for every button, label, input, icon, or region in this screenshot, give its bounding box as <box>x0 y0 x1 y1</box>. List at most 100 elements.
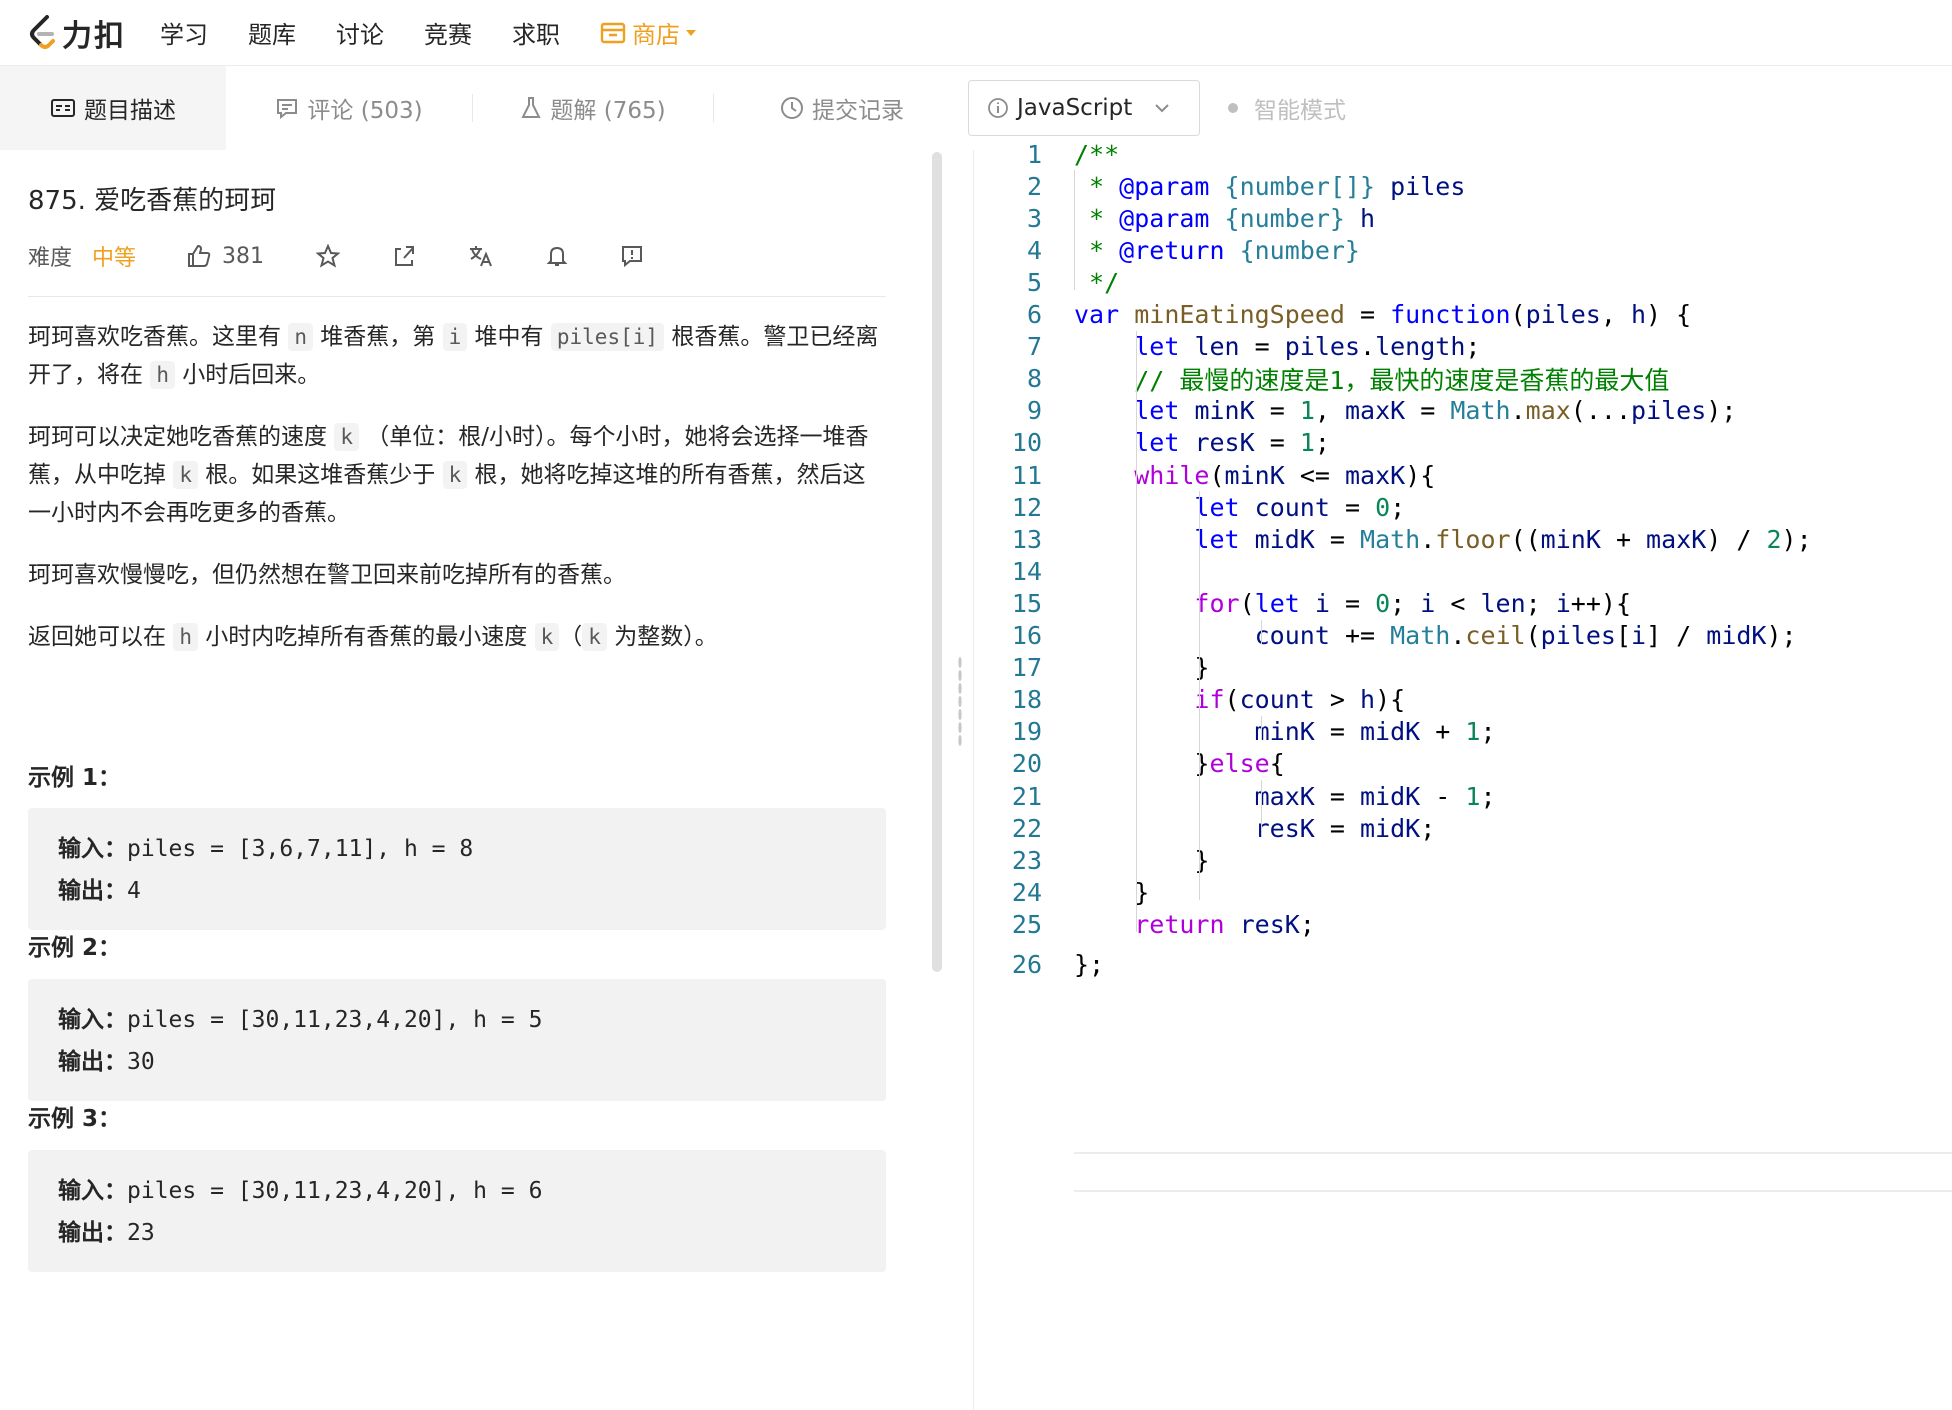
code-token: = <box>1254 396 1300 426</box>
inline-code: k <box>442 461 468 489</box>
tab-comments[interactable]: 评论 (503) <box>226 66 472 150</box>
favorite-button[interactable] <box>316 244 341 268</box>
line-number: 19 <box>1011 717 1042 747</box>
line-number: 13 <box>1011 524 1042 554</box>
paragraph: 返回她可以在 h 小时内吃掉所有香蕉的最小速度 k （k 为整数）。 <box>28 618 886 656</box>
drag-handle-icon[interactable] <box>958 656 962 746</box>
notification-button[interactable] <box>546 244 568 268</box>
flask-icon <box>521 97 542 118</box>
example-input: piles = [3,6,7,11], h = 8 <box>127 836 474 862</box>
tab-description[interactable]: 题目描述 <box>0 66 226 150</box>
line-number: 26 <box>1011 950 1042 979</box>
example-box: 输入：piles = [30,11,23,4,20], h = 5 输出：30 <box>28 979 886 1101</box>
line-number: 2 <box>1026 171 1042 201</box>
line-number: 11 <box>1011 460 1042 490</box>
like-count: 381 <box>222 243 265 269</box>
code-token: = <box>1329 492 1376 522</box>
code-token: { <box>1269 749 1285 779</box>
line-number: 6 <box>1026 300 1042 329</box>
description-scrollbar[interactable] <box>932 152 942 972</box>
code-text: var minEatingSpeed = function(piles, h) … <box>1074 300 1691 329</box>
code-token: {number[]} <box>1224 171 1376 201</box>
code-token: = <box>1329 588 1376 618</box>
code-token: let <box>1194 524 1240 554</box>
bell-icon <box>546 246 568 266</box>
tab-solutions[interactable]: 题解 (765) <box>473 66 713 150</box>
code-token: Math <box>1450 396 1511 426</box>
code-token: = <box>1239 332 1285 362</box>
code-token: midK <box>1254 524 1315 554</box>
nav-item-discuss[interactable]: 讨论 <box>336 15 384 50</box>
code-token: = <box>1314 813 1360 843</box>
current-line-highlight <box>1074 1152 1952 1192</box>
code-token: , <box>1314 396 1345 426</box>
input-label: 输入： <box>58 836 127 862</box>
example-box: 输入：piles = [3,6,7,11], h = 8 输出：4 <box>28 808 886 930</box>
nav-item-store[interactable]: 商店 <box>600 15 696 50</box>
code-token: Math <box>1360 524 1421 554</box>
code-line[interactable]: 26}; <box>974 945 1952 985</box>
tab-submissions[interactable]: 提交记录 <box>714 66 970 150</box>
code-token: ){ <box>1405 460 1436 490</box>
indent-guide <box>1261 780 1262 837</box>
smart-mode-toggle[interactable]: 智能模式 <box>1228 80 1346 136</box>
language-select[interactable]: JavaScript <box>968 80 1200 136</box>
difficulty-label: 难度 <box>28 246 73 271</box>
panel-splitter[interactable] <box>948 150 974 1410</box>
code-token: ceil <box>1465 621 1526 650</box>
share-button[interactable] <box>392 244 416 268</box>
feedback-button[interactable] <box>620 244 644 268</box>
translate-button[interactable] <box>468 244 494 268</box>
paragraph: 珂珂喜欢慢慢吃，但仍然想在警卫回来前吃掉所有的香蕉。 <box>28 556 886 594</box>
code-text: let minK = 1, maxK = Math.max(...piles); <box>1074 396 1736 425</box>
code-token: . <box>1360 332 1376 362</box>
code-token: 0 <box>1375 492 1391 522</box>
code-token: {number} <box>1239 235 1360 265</box>
indent-guide <box>1199 491 1200 901</box>
example-input: piles = [30,11,23,4,20], h = 5 <box>127 1007 543 1033</box>
code-token: ( <box>1525 621 1541 650</box>
code-token: ++){ <box>1570 588 1632 618</box>
logo[interactable]: 力扣 <box>28 0 126 66</box>
code-token: ; <box>1420 813 1436 843</box>
leetcode-logo-icon <box>30 14 55 49</box>
code-token: var <box>1074 300 1120 329</box>
code-editor[interactable]: 1 /** 2 * @param {number[]} piles 3 * @para… <box>974 140 1952 1410</box>
code-line[interactable]: 25 return resK; <box>974 904 1952 944</box>
code-token: /** <box>1074 139 1120 169</box>
code-token: midK <box>1360 717 1421 747</box>
code-token: = <box>1314 717 1360 747</box>
code-token: ) / <box>1706 524 1767 554</box>
code-token: return <box>1134 909 1225 939</box>
code-token: ; <box>1480 781 1496 811</box>
code-token: ); <box>1706 396 1737 426</box>
nav-item-jobs[interactable]: 求职 <box>512 15 560 50</box>
logo-text: 力扣 <box>62 18 126 54</box>
code-token: } <box>1074 653 1210 683</box>
top-navigation: 力扣 学习 题库 讨论 竞赛 求职 商店 <box>0 0 1952 66</box>
code-token: 1 <box>1465 781 1481 811</box>
smart-mode-dot <box>1228 103 1238 113</box>
nav-item-learn[interactable]: 学习 <box>160 15 208 50</box>
code-token: count <box>1254 492 1330 522</box>
nav-item-problems[interactable]: 题库 <box>248 15 296 50</box>
code-token: piles <box>1284 332 1361 362</box>
like-button[interactable]: 381 <box>186 244 264 269</box>
store-label: 商店 <box>632 21 680 49</box>
example-output: 23 <box>127 1220 155 1246</box>
code-text: for(let i = 0; i < len; i++){ <box>1074 589 1631 618</box>
indent-guide <box>1074 170 1075 291</box>
nav-item-contest[interactable]: 竞赛 <box>424 15 472 50</box>
code-token: piles <box>1631 396 1707 426</box>
code-token: += <box>1329 621 1391 650</box>
tab-comments-label: 评论 (503) <box>307 98 423 124</box>
